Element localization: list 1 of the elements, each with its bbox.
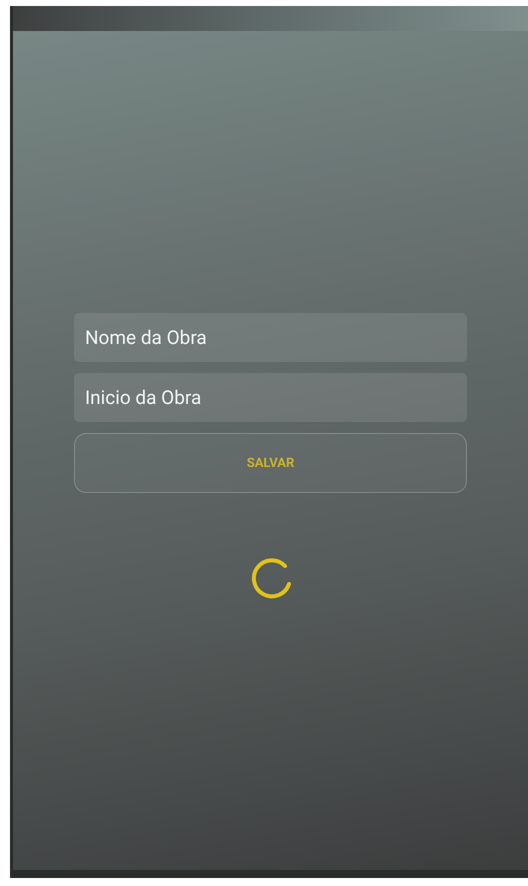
save-button[interactable]: SALVAR xyxy=(74,433,467,493)
